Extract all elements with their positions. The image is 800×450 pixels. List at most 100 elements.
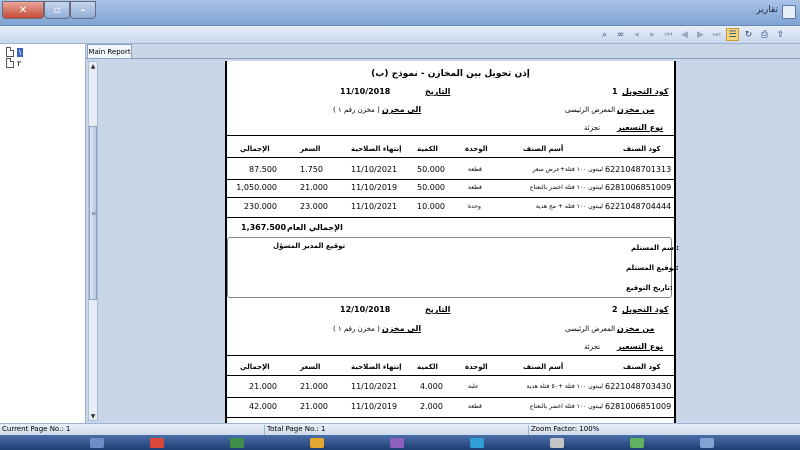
taskbar-app-icon[interactable] [150,438,164,448]
taskbar-app-icon[interactable] [550,438,564,448]
taskbar-app-icon[interactable] [230,438,244,448]
tree-item[interactable]: ٢ [6,58,21,68]
cell-item-code: 6281006851009 [605,402,672,411]
divider [227,157,674,158]
col-price: السعر [300,363,321,371]
binoculars-icon[interactable]: ∞ [614,28,627,41]
cell-qty: 2.000 [420,402,443,411]
maximize-icon: ▫ [53,4,61,16]
next-page-icon[interactable]: ▸ [646,28,659,41]
cell-item-name: ليبتون ١٠٠ فتلة +٥٠ فتلة هدية [526,383,603,390]
tree-item-label: ٢ [17,58,22,68]
transfer-code-value: 2 [612,305,618,314]
maximize-button[interactable]: ▫ [44,1,70,19]
cell-unit: قطعة [468,166,482,173]
col-item-code: كود الصنف [623,145,661,153]
export-icon[interactable]: ⇪ [774,28,787,41]
last-page-icon[interactable]: ⏭ [710,28,723,41]
divider [227,397,674,398]
divider [227,197,674,198]
print-icon[interactable]: ⎙ [758,28,771,41]
taskbar-app-icon[interactable] [310,438,324,448]
tree-toggle-icon[interactable]: ☰ [726,28,739,41]
grand-total-label: الإجمالي العام [287,223,343,232]
page-icon [6,47,14,57]
first-page-icon[interactable]: ⏮ [662,28,675,41]
pricing-type-value: تجزئة [584,124,601,132]
zoom-status: Zoom Factor: 100% [531,425,600,433]
cell-qty: 50.000 [417,165,445,174]
col-item-name: أسم الصنف [523,363,564,371]
scroll-up-icon[interactable]: ▲ [89,62,97,70]
cell-qty: 10.000 [417,202,445,211]
tab-main-report[interactable]: Main Report [87,44,132,58]
col-total: الإجمالي [240,145,270,153]
transfer-code-label: كود التحويل [622,305,669,314]
find-icon[interactable]: ⌕ [598,28,611,41]
pricing-type-value: تجزئة [584,343,601,351]
transfer-code-label: كود التحويل [622,87,669,96]
status-bar: Current Page No.: 1 Total Page No.: 1 Zo… [0,423,800,435]
cell-total: 21.000 [249,382,277,391]
cell-total: 230.000 [243,202,277,211]
cell-item-code: 6281006851009 [605,183,672,192]
divider [227,355,674,356]
cell-price: 23.000 [300,202,328,211]
table-row: 6221048703430 ليبتون ١٠٠ فتلة +٥٠ فتلة ه… [227,380,674,394]
date-label: التاريخ [425,87,451,96]
table-row: 6221048704444 ليبتون ١٠٠ فتله + مج هدية … [227,200,674,214]
tree-item[interactable]: ١ [6,47,24,57]
cell-item-name: ليبتون ١٠٠ فتلة اخضر بالنعناع [529,184,603,191]
cell-unit: قطعة [468,184,482,191]
date-label: التاريخ [425,305,451,314]
col-qty: الكمية [417,145,438,153]
vertical-scrollbar[interactable]: ▲ ≡ ▼ [88,61,98,421]
group-tree-panel: ١ ٢ [0,44,86,423]
window-title: تقارير [756,5,778,15]
cell-price: 21.000 [300,402,328,411]
cell-expiry: 11/10/2019 [351,183,398,192]
tab-label: Main Report [88,47,131,56]
title-bar: ✕ ▫ – تقارير [0,0,800,26]
pricing-type-label: نوع التسعير [617,342,664,351]
table-row: 6281006851009 ليبتون ١٠٠ فتلة اخضر بالنع… [227,181,674,195]
current-page-status: Current Page No.: 1 [0,425,265,435]
table-row: 6281006851009 ليبتون ١٠٠ فتلة اخضر بالنع… [227,400,674,414]
close-button[interactable]: ✕ [2,1,44,19]
report-viewer: ▲ ≡ ▼ إذن تحويل بين المخازن - نموذج (ب) … [86,58,800,423]
cell-item-name: ليبتون ١٠٠ فتله + مج هدية [535,203,603,210]
divider [227,375,674,376]
col-total: الإجمالي [240,363,270,371]
from-store-label: من مخزن [617,105,655,114]
forward-icon[interactable]: ▶ [694,28,707,41]
cell-qty: 4.000 [420,382,443,391]
grand-total-value: 1,367.500 [241,223,287,232]
grip-icon: ≡ [91,210,97,217]
back-icon[interactable]: ◀ [678,28,691,41]
cell-item-code: 6221048703430 [605,382,672,391]
scroll-down-icon[interactable]: ▼ [89,412,97,420]
minimize-button[interactable]: – [70,1,96,19]
divider [227,217,674,218]
col-expiry: إنتهاء الصلاحية [351,363,402,371]
divider [227,179,674,180]
cell-item-code: 6221048704444 [605,202,672,211]
total-page-status: Total Page No.: 1 [265,425,529,435]
taskbar-app-icon[interactable] [390,438,404,448]
col-price: السعر [300,145,321,153]
prev-page-icon[interactable]: ◂ [630,28,643,41]
cell-unit: وحدة [468,203,481,210]
cell-unit: قطعة [468,403,482,410]
close-icon: ✕ [18,4,28,16]
taskbar-app-icon[interactable] [700,438,714,448]
transfer-code-value: 1 [612,87,618,96]
taskbar-app-icon[interactable] [90,438,104,448]
refresh-icon[interactable]: ↻ [742,28,755,41]
cell-item-code: 6221048701313 [605,165,672,174]
taskbar-app-icon[interactable] [470,438,484,448]
report-title: إذن تحويل بين المخازن - نموذج (ب) [371,69,530,79]
taskbar-app-icon[interactable] [630,438,644,448]
col-qty: الكمية [417,363,438,371]
cell-expiry: 11/10/2021 [351,165,398,174]
receiver-name-label: اسم المستلم: [631,244,680,252]
